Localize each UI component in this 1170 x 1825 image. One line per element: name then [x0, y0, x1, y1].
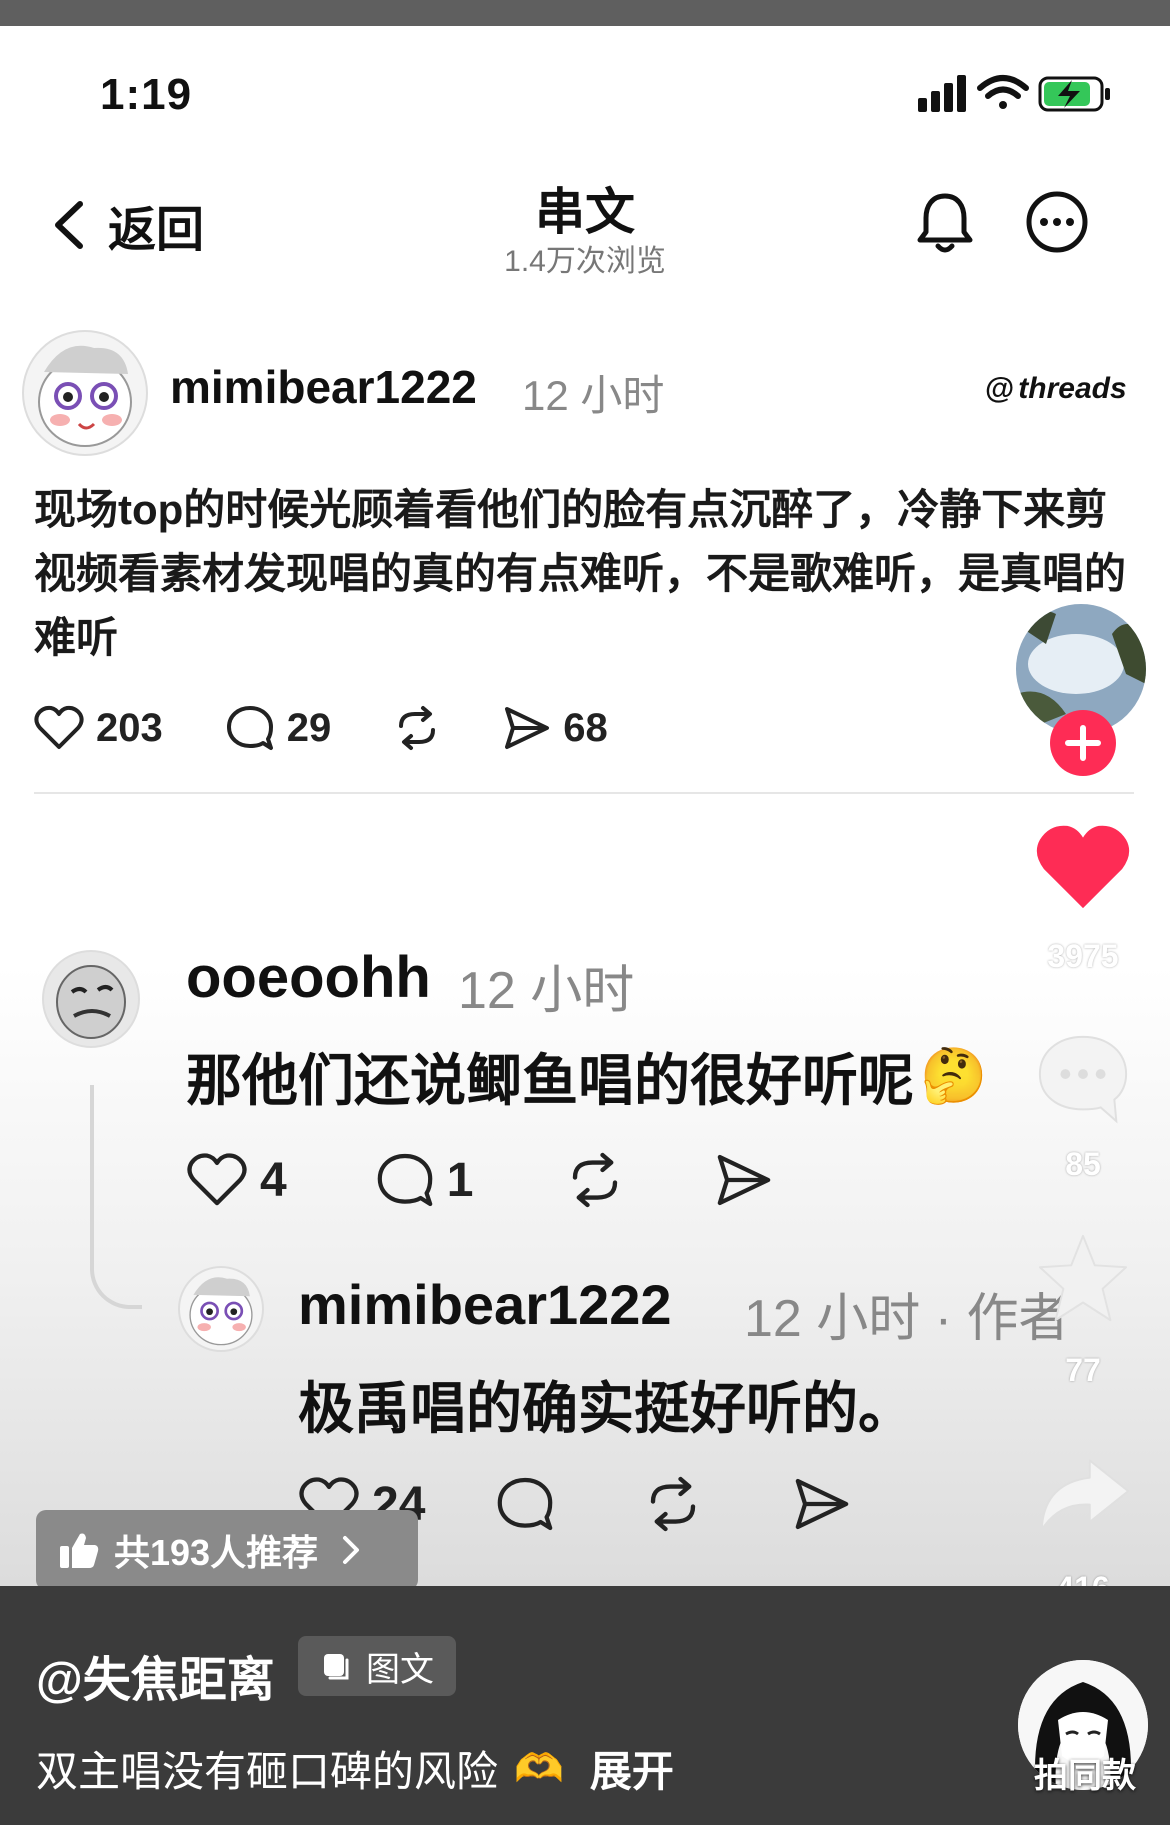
reply-comment-count: 1 — [446, 1153, 474, 1207]
post-type-badge: 图文 — [298, 1636, 456, 1696]
thumbs-up-icon — [60, 1533, 99, 1568]
send-icon — [718, 1154, 771, 1206]
reply-username[interactable]: mimibear1222 — [298, 1272, 672, 1337]
heart-icon — [187, 1153, 247, 1206]
post-like-button[interactable]: 203 — [34, 705, 163, 751]
reply-share-button[interactable] — [715, 1152, 773, 1208]
post-repost-button[interactable] — [393, 704, 441, 752]
meme-face-avatar — [56, 965, 126, 1039]
repost-icon — [651, 1476, 696, 1532]
page-title: 串文 — [535, 184, 635, 240]
side-like-heart-icon[interactable] — [1034, 822, 1132, 912]
side-comment-count: 85 — [1065, 1146, 1101, 1182]
bell-icon[interactable] — [914, 190, 976, 254]
threads-brand: threads — [1018, 372, 1127, 405]
more-options-icon[interactable] — [1025, 190, 1089, 254]
expand-button[interactable]: 展开 — [590, 1738, 674, 1799]
chevron-right-icon — [343, 1536, 360, 1564]
reply-actions: 4 1 — [186, 1150, 773, 1210]
comment-icon — [226, 706, 273, 750]
reply-time: 12 小时 — [458, 962, 635, 1020]
reply-like-count: 4 — [260, 1153, 287, 1207]
follow-plus-icon[interactable] — [1048, 708, 1118, 778]
side-share-arrow-icon[interactable] — [1036, 1452, 1132, 1538]
send-icon — [505, 707, 550, 749]
top-strip — [0, 0, 1170, 26]
reply-text: 极禹唱的确实挺好听的。 — [298, 1377, 914, 1440]
wifi-icon — [977, 75, 1029, 109]
image-text-icon — [324, 1654, 349, 1680]
recommend-pill[interactable]: 共193人推荐 — [36, 1510, 418, 1590]
post-like-count: 203 — [96, 705, 163, 750]
reply-repost-button[interactable] — [643, 1474, 703, 1534]
battery-icon — [1038, 76, 1110, 112]
repost-icon — [573, 1152, 618, 1208]
repost-icon — [399, 706, 436, 750]
cartoon-face-avatar — [38, 345, 132, 447]
heart-icon — [34, 705, 84, 749]
heart-hands-emoji: 🫶 — [514, 1747, 564, 1791]
comment-icon — [498, 1477, 553, 1531]
caption-text: 双主唱没有砸口碑的风险 — [36, 1748, 499, 1795]
reply-body: 那他们还说鲫鱼唱的很好听呢 🤔 — [186, 1036, 987, 1117]
comment-icon — [377, 1153, 433, 1207]
view-count: 1.4万次浏览 — [504, 245, 666, 278]
post-share-count: 68 — [563, 705, 608, 750]
signal-icon — [918, 75, 966, 112]
reply-repost-button[interactable] — [565, 1150, 625, 1210]
divider — [34, 792, 1134, 794]
reply-username[interactable]: ooeoohh — [186, 944, 431, 1011]
post-text: 现场top的时候光顾着看他们的脸有点沉醉了，冷静下来剪视频看素材发现唱的真的有点… — [34, 486, 1127, 661]
post-actions: 203 29 68 — [34, 704, 608, 752]
side-favorite-count: 77 — [1065, 1352, 1101, 1388]
post-type-label: 图文 — [366, 1650, 434, 1689]
author-handle[interactable]: @失焦距离 — [36, 1640, 275, 1710]
reply-author-avatar[interactable] — [178, 1266, 264, 1352]
post-comment-button[interactable]: 29 — [225, 704, 332, 752]
post-time: 12 小时 — [522, 372, 665, 419]
post-share-button[interactable]: 68 — [503, 705, 608, 751]
thinking-emoji: 🤔 — [920, 1046, 988, 1106]
thread-connector-line — [90, 1085, 142, 1309]
status-time: 1:19 — [100, 70, 193, 119]
side-like-count: 3975 — [1047, 938, 1119, 974]
reply-like-button[interactable]: 4 — [186, 1152, 287, 1208]
threads-at-icon: @ — [985, 372, 1015, 405]
post-comment-count: 29 — [286, 705, 332, 750]
post-username[interactable]: mimibear1222 — [170, 360, 477, 414]
caption-row: 双主唱没有砸口碑的风险 🫶 展开 — [36, 1738, 674, 1799]
post-author-avatar[interactable] — [22, 330, 148, 456]
send-icon — [796, 1478, 849, 1530]
reply-comment-button[interactable] — [495, 1475, 555, 1533]
reply-share-button[interactable] — [793, 1476, 851, 1532]
side-comment-icon[interactable] — [1034, 1030, 1132, 1126]
reply-avatar-ooeoohh[interactable] — [42, 950, 140, 1048]
status-icons — [918, 75, 1110, 112]
remix-label[interactable]: 拍同款 — [1010, 1748, 1160, 1797]
cartoon-face-avatar — [189, 1277, 253, 1346]
recommend-label: 共193人推荐 — [114, 1532, 319, 1573]
side-favorite-star-icon[interactable] — [1034, 1232, 1132, 1326]
reply-text: 那他们还说鲫鱼唱的很好听呢 — [186, 1049, 914, 1112]
threads-logo: @ threads — [985, 372, 1127, 406]
reply-comment-button[interactable]: 1 — [375, 1151, 474, 1209]
